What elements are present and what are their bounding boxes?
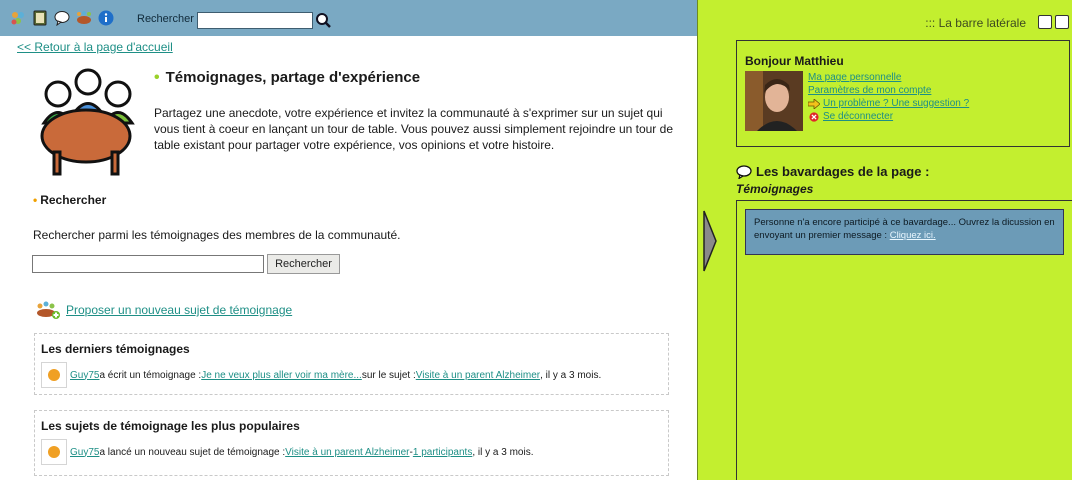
latest-testimonies-panel: Les derniers témoignages Guy75 a écrit u…: [34, 333, 669, 395]
user-link[interactable]: Guy75: [70, 370, 99, 381]
chat-page-name: Témoignages: [736, 182, 814, 196]
user-box: Bonjour Matthieu Ma page personnelle Par…: [736, 40, 1070, 147]
report-problem-link[interactable]: Un problème ? Une suggestion ?: [823, 97, 969, 110]
community-icon[interactable]: [10, 10, 26, 26]
account-settings-link[interactable]: Paramètres de mon compte: [808, 84, 931, 97]
user-link[interactable]: Guy75: [70, 447, 99, 458]
logout-icon: [809, 111, 819, 122]
participants-link[interactable]: 1 participants: [413, 447, 472, 458]
search-description: Rechercher parmi les témoignages des mem…: [33, 228, 401, 242]
search-input[interactable]: [197, 12, 313, 29]
testimony-search-button[interactable]: Rechercher: [267, 254, 340, 274]
avatar[interactable]: [41, 439, 67, 465]
maximize-icon[interactable]: [1055, 15, 1069, 29]
latest-testimonies-title: Les derniers témoignages: [41, 342, 190, 356]
new-topic-icon: [37, 301, 60, 319]
propose-topic-link[interactable]: Proposer un nouveau sujet de témoignage: [66, 303, 292, 317]
popular-topics-panel: Les sujets de témoignage les plus popula…: [34, 410, 669, 476]
sidebar-toggle-arrow-icon[interactable]: [703, 210, 717, 272]
topic-link[interactable]: Visite à un parent Alzheimer: [416, 370, 540, 381]
top-toolbar: Rechercher :: [0, 0, 697, 36]
propose-topic-row: Proposer un nouveau sujet de témoignage: [36, 300, 292, 320]
logout-link[interactable]: Se déconnecter: [823, 110, 893, 123]
sidebar-title: ::: La barre latérale: [925, 16, 1026, 30]
avatar[interactable]: [41, 362, 67, 388]
open-discussion-link[interactable]: Cliquez ici.: [890, 230, 936, 241]
search-section-heading: • Rechercher: [33, 193, 107, 207]
user-links: Ma page personnelle Paramètres de mon co…: [808, 71, 969, 123]
testimony-link[interactable]: Je ne veux plus aller voir ma mère...: [201, 370, 362, 381]
topic-link[interactable]: Visite à un parent Alzheimer: [285, 447, 409, 458]
round-table-illustration: [40, 68, 135, 176]
page-title: • Témoignages, partage d'expérience: [154, 69, 421, 86]
list-item: Guy75 a lancé un nouveau sujet de témoig…: [41, 439, 533, 465]
user-photo: [745, 71, 803, 131]
popular-topics-title: Les sujets de témoignage les plus popula…: [41, 419, 300, 433]
chat-empty-message: Personne n'a encore participé à ce bavar…: [745, 209, 1064, 255]
personal-page-link[interactable]: Ma page personnelle: [808, 71, 901, 84]
chat-heading: Les bavardages de la page :: [736, 164, 929, 179]
info-icon[interactable]: [98, 10, 114, 26]
minimize-icon[interactable]: [1038, 15, 1052, 29]
sidebar: ::: La barre latérale Bonjour Matthieu M…: [698, 0, 1072, 480]
intro-paragraph: Partagez une anecdote, votre expérience …: [154, 106, 673, 152]
magnifier-icon[interactable]: [315, 12, 331, 29]
round-table-icon[interactable]: [76, 10, 92, 26]
heading-bullet-icon: •: [33, 193, 38, 207]
chat-area: Personne n'a encore participé à ce bavar…: [736, 200, 1072, 480]
greeting: Bonjour Matthieu: [745, 54, 844, 68]
speech-bubble-icon: [736, 164, 752, 179]
search-label: Rechercher :: [137, 13, 200, 25]
back-to-home-link[interactable]: << Retour à la page d'accueil: [17, 40, 173, 54]
title-bullet-icon: •: [154, 69, 160, 86]
book-icon[interactable]: [32, 10, 48, 26]
list-item: Guy75 a écrit un témoignage : Je ne veux…: [41, 362, 601, 388]
testimony-search-input[interactable]: [32, 255, 264, 273]
arrow-right-icon: [808, 98, 820, 109]
chat-bubble-icon[interactable]: [54, 10, 70, 26]
